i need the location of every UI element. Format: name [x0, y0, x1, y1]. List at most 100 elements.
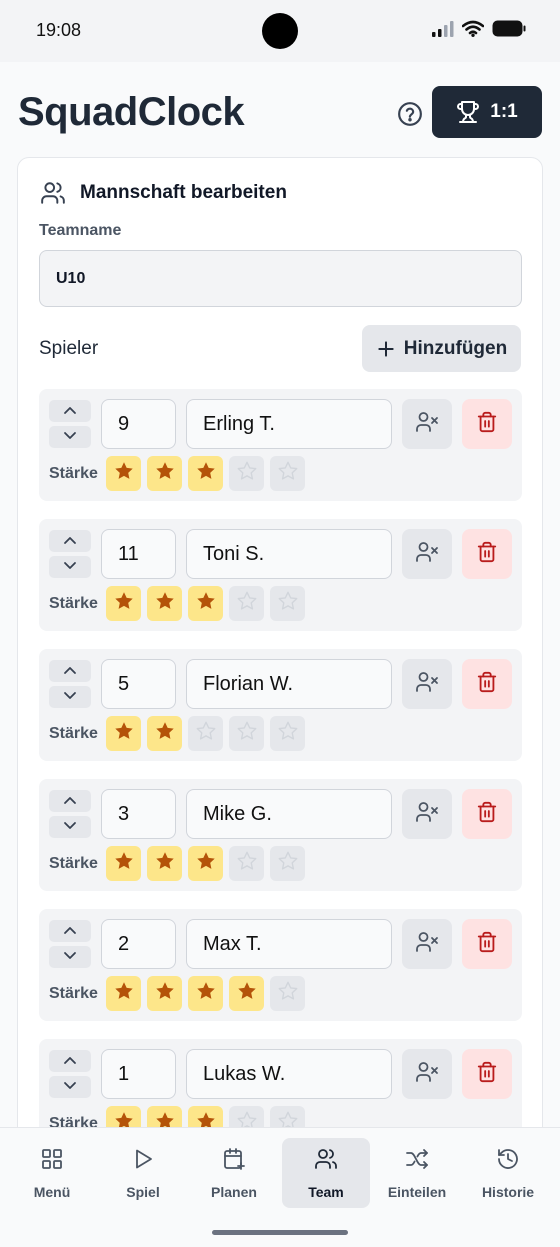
add-player-button[interactable]: Hinzufügen: [362, 325, 521, 372]
delete-player-button[interactable]: [462, 919, 512, 969]
star-rating-button[interactable]: [229, 976, 264, 1011]
star-rating-button[interactable]: [188, 456, 223, 491]
player-number-input[interactable]: [101, 919, 176, 969]
trash-icon: [476, 931, 498, 958]
star-icon: [277, 590, 299, 617]
star-rating-button[interactable]: [270, 456, 305, 491]
user-x-icon: [415, 1060, 439, 1089]
star-rating-button[interactable]: [106, 846, 141, 881]
star-rating-button[interactable]: [147, 976, 182, 1011]
star-rating-button[interactable]: [229, 716, 264, 751]
score-button[interactable]: 1:1: [432, 86, 542, 138]
star-rating-button[interactable]: [106, 456, 141, 491]
star-rating-button[interactable]: [188, 716, 223, 751]
star-rating-button[interactable]: [229, 1106, 264, 1127]
move-up-button[interactable]: [49, 530, 91, 552]
delete-player-button[interactable]: [462, 1049, 512, 1099]
home-indicator[interactable]: [212, 1230, 348, 1235]
trash-icon: [476, 411, 498, 438]
move-up-button[interactable]: [49, 400, 91, 422]
star-rating-button[interactable]: [147, 716, 182, 751]
delete-player-button[interactable]: [462, 529, 512, 579]
move-up-button[interactable]: [49, 660, 91, 682]
star-icon: [154, 1110, 176, 1127]
star-rating-button[interactable]: [106, 586, 141, 621]
strength-label: Stärke: [49, 465, 98, 482]
move-down-button[interactable]: [49, 426, 91, 448]
score-label: 1:1: [490, 101, 518, 122]
bottom-navigation: Menü Spiel Planen Team Einteilen Histori…: [0, 1127, 560, 1217]
card-title: Mannschaft bearbeiten: [80, 182, 287, 203]
star-rating-button[interactable]: [270, 1106, 305, 1127]
nav-item-spiel[interactable]: Spiel: [99, 1138, 187, 1208]
player-name-input[interactable]: [186, 659, 392, 709]
star-rating-button[interactable]: [270, 716, 305, 751]
bench-player-button[interactable]: [402, 1049, 452, 1099]
player-name-input[interactable]: [186, 529, 392, 579]
move-up-button[interactable]: [49, 1050, 91, 1072]
help-button[interactable]: [390, 94, 430, 134]
star-rating-button[interactable]: [188, 846, 223, 881]
add-player-label: Hinzufügen: [403, 337, 508, 359]
star-rating-button[interactable]: [147, 586, 182, 621]
star-rating-button[interactable]: [147, 456, 182, 491]
delete-player-button[interactable]: [462, 399, 512, 449]
teamname-input[interactable]: [39, 250, 522, 307]
move-down-button[interactable]: [49, 1076, 91, 1098]
chevron-down-icon: [63, 558, 77, 576]
move-down-button[interactable]: [49, 556, 91, 578]
star-rating-button[interactable]: [188, 1106, 223, 1127]
bench-player-button[interactable]: [402, 789, 452, 839]
delete-player-button[interactable]: [462, 789, 512, 839]
move-down-button[interactable]: [49, 686, 91, 708]
bench-player-button[interactable]: [402, 659, 452, 709]
player-name-input[interactable]: [186, 1049, 392, 1099]
strength-stars: [106, 456, 305, 491]
star-icon: [113, 590, 135, 617]
star-icon: [154, 590, 176, 617]
nav-item-einteilen[interactable]: Einteilen: [373, 1138, 461, 1208]
user-x-icon: [415, 670, 439, 699]
player-name-input[interactable]: [186, 789, 392, 839]
star-icon: [195, 980, 217, 1007]
move-down-button[interactable]: [49, 816, 91, 838]
star-rating-button[interactable]: [270, 586, 305, 621]
home-indicator-area: [0, 1217, 560, 1247]
star-rating-button[interactable]: [229, 586, 264, 621]
user-x-icon: [415, 410, 439, 439]
app-header: SquadClock 1:1: [18, 86, 542, 140]
nav-item-team[interactable]: Team: [282, 1138, 370, 1208]
player-number-input[interactable]: [101, 659, 176, 709]
star-rating-button[interactable]: [229, 456, 264, 491]
player-name-input[interactable]: [186, 399, 392, 449]
nav-item-historie[interactable]: Historie: [464, 1138, 552, 1208]
star-rating-button[interactable]: [188, 586, 223, 621]
chevron-up-icon: [63, 402, 77, 420]
star-rating-button[interactable]: [270, 976, 305, 1011]
player-number-input[interactable]: [101, 1049, 176, 1099]
delete-player-button[interactable]: [462, 659, 512, 709]
bench-player-button[interactable]: [402, 399, 452, 449]
star-rating-button[interactable]: [106, 1106, 141, 1127]
move-up-button[interactable]: [49, 920, 91, 942]
bench-player-button[interactable]: [402, 919, 452, 969]
star-rating-button[interactable]: [229, 846, 264, 881]
star-rating-button[interactable]: [106, 716, 141, 751]
star-rating-button[interactable]: [147, 1106, 182, 1127]
strength-stars: [106, 586, 305, 621]
player-name-input[interactable]: [186, 919, 392, 969]
move-up-button[interactable]: [49, 790, 91, 812]
player-number-input[interactable]: [101, 529, 176, 579]
star-rating-button[interactable]: [106, 976, 141, 1011]
star-rating-button[interactable]: [188, 976, 223, 1011]
star-rating-button[interactable]: [147, 846, 182, 881]
star-rating-button[interactable]: [270, 846, 305, 881]
star-icon: [154, 720, 176, 747]
bench-player-button[interactable]: [402, 529, 452, 579]
move-down-button[interactable]: [49, 946, 91, 968]
player-number-input[interactable]: [101, 789, 176, 839]
nav-item-menü[interactable]: Menü: [8, 1138, 96, 1208]
nav-item-planen[interactable]: Planen: [190, 1138, 278, 1208]
player-number-input[interactable]: [101, 399, 176, 449]
star-icon: [236, 850, 258, 877]
